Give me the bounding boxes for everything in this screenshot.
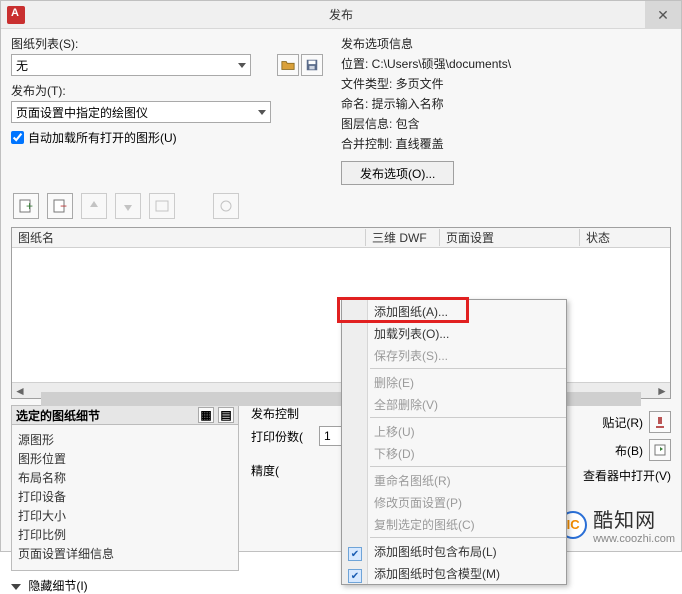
chevron-down-icon — [238, 63, 246, 68]
menu-load-list[interactable]: 加载列表(O)... — [342, 322, 566, 344]
app-logo — [7, 6, 25, 24]
watermark-domain: www.coozhi.com — [593, 533, 675, 545]
window-content: 图纸列表(S): 无 发布为(T): 页面设置中指定的绘图仪 — [1, 29, 681, 551]
save-list-button[interactable] — [301, 54, 323, 76]
triangle-down-icon — [11, 584, 21, 590]
menu-separator — [370, 466, 566, 467]
pub-info-heading: 发布选项信息 — [341, 35, 671, 52]
menu-separator — [370, 417, 566, 418]
chevron-down-icon — [258, 110, 266, 115]
check-icon: ✔ — [348, 569, 362, 583]
list-header: 图纸名 三维 DWF 页面设置 状态 — [12, 228, 670, 248]
open-list-button[interactable] — [277, 54, 299, 76]
col-sheetname[interactable]: 图纸名 — [12, 229, 366, 246]
plot-stamp-button[interactable] — [213, 193, 239, 219]
titlebar: 发布 ✕ — [1, 1, 681, 29]
add-sheet-button[interactable]: + — [13, 193, 39, 219]
menu-delete[interactable]: 删除(E) — [342, 371, 566, 393]
publish-options-button[interactable]: 发布选项(O)... — [341, 161, 454, 185]
autoload-checkbox[interactable] — [11, 131, 24, 144]
menu-save-list[interactable]: 保存列表(S)... — [342, 344, 566, 366]
publish-icon[interactable] — [649, 439, 671, 461]
publish-label: 布(B) — [615, 442, 643, 459]
precision-label: 精度( — [251, 462, 319, 479]
scroll-right-arrow[interactable]: ► — [654, 383, 670, 399]
detail-row: 图形位置 — [18, 450, 232, 467]
col-pagesetup[interactable]: 页面设置 — [440, 229, 580, 246]
col-status[interactable]: 状态 — [580, 229, 670, 246]
close-button[interactable]: ✕ — [645, 1, 681, 29]
sheet-toolbar: + − — [11, 193, 671, 219]
detail-row: 打印比例 — [18, 526, 232, 543]
menu-edit-page[interactable]: 修改页面设置(P) — [342, 491, 566, 513]
scroll-left-arrow[interactable]: ◄ — [12, 383, 28, 399]
detail-row: 布局名称 — [18, 469, 232, 486]
menu-copy-sel[interactable]: 复制选定的图纸(C) — [342, 513, 566, 535]
preview-button[interactable] — [149, 193, 175, 219]
watermark: IC 酷知网 www.coozhi.com — [559, 504, 675, 545]
menu-move-up[interactable]: 上移(U) — [342, 420, 566, 442]
hide-details-toggle[interactable]: 隐藏细节(I) — [11, 577, 239, 594]
sheet-list-label: 图纸列表(S): — [11, 35, 323, 52]
pub-info-naming: 命名: 提示输入名称 — [341, 95, 671, 112]
move-up-button[interactable] — [81, 193, 107, 219]
watermark-brand: 酷知网 — [593, 504, 675, 533]
detail-row: 打印设备 — [18, 488, 232, 505]
detail-row: 页面设置详细信息 — [18, 545, 232, 562]
menu-separator — [370, 368, 566, 369]
details-icon1[interactable]: ▦ — [198, 407, 214, 423]
sheet-list-value: 无 — [16, 57, 28, 74]
menu-include-layout[interactable]: ✔添加图纸时包含布局(L) — [342, 540, 566, 562]
svg-text:−: − — [60, 199, 67, 213]
check-icon: ✔ — [348, 547, 362, 561]
svg-text:+: + — [26, 199, 33, 213]
move-down-button[interactable] — [115, 193, 141, 219]
details-body: 源图形 图形位置 布局名称 打印设备 打印大小 打印比例 页面设置详细信息 — [11, 425, 239, 571]
publish-as-dropdown[interactable]: 页面设置中指定的绘图仪 — [11, 101, 271, 123]
col-3ddwf[interactable]: 三维 DWF — [366, 229, 440, 246]
menu-move-down[interactable]: 下移(D) — [342, 442, 566, 464]
menu-rename[interactable]: 重命名图纸(R) — [342, 469, 566, 491]
details-panel: 选定的图纸细节 ▦ ▤ 源图形 图形位置 布局名称 打印设备 打印大小 打印比例… — [11, 405, 239, 594]
details-header: 选定的图纸细节 ▦ ▤ — [11, 405, 239, 425]
publish-as-value: 页面设置中指定的绘图仪 — [16, 104, 148, 121]
stamp-label: 贴记(R) — [602, 414, 643, 431]
pub-info-filetype: 文件类型: 多页文件 — [341, 75, 671, 92]
menu-separator — [370, 537, 566, 538]
pub-info-merge: 合并控制: 直线覆盖 — [341, 135, 671, 152]
stamp-icon[interactable] — [649, 411, 671, 433]
menu-include-model[interactable]: ✔添加图纸时包含模型(M) — [342, 562, 566, 584]
publish-window: 发布 ✕ 图纸列表(S): 无 发布为(T): 页面设置中指定的绘图仪 — [0, 0, 682, 552]
window-title: 发布 — [329, 6, 353, 23]
pub-info-location: 位置: C:\Users\硕强\documents\ — [341, 55, 671, 72]
details-icon2[interactable]: ▤ — [218, 407, 234, 423]
copies-label: 打印份数( — [251, 428, 319, 445]
right-column: 发布选项信息 位置: C:\Users\硕强\documents\ 文件类型: … — [323, 35, 671, 185]
sheet-list-dropdown[interactable]: 无 — [11, 54, 251, 76]
pub-info-layer: 图层信息: 包含 — [341, 115, 671, 132]
hide-details-label: 隐藏细节(I) — [28, 579, 87, 593]
remove-sheet-button[interactable]: − — [47, 193, 73, 219]
autoload-checkbox-row[interactable]: 自动加载所有打开的图形(U) — [11, 129, 323, 146]
detail-row: 源图形 — [18, 431, 232, 448]
left-column: 图纸列表(S): 无 发布为(T): 页面设置中指定的绘图仪 — [11, 35, 323, 185]
publish-as-label: 发布为(T): — [11, 82, 323, 99]
detail-row: 打印大小 — [18, 507, 232, 524]
autoload-label: 自动加载所有打开的图形(U) — [28, 129, 177, 146]
open-viewer-label: 查看器中打开(V) — [583, 467, 671, 484]
menu-delete-all[interactable]: 全部删除(V) — [342, 393, 566, 415]
menu-add-sheet[interactable]: 添加图纸(A)... — [342, 300, 566, 322]
context-menu: 添加图纸(A)... 加载列表(O)... 保存列表(S)... 删除(E) 全… — [341, 299, 567, 585]
details-title: 选定的图纸细节 — [16, 407, 100, 424]
